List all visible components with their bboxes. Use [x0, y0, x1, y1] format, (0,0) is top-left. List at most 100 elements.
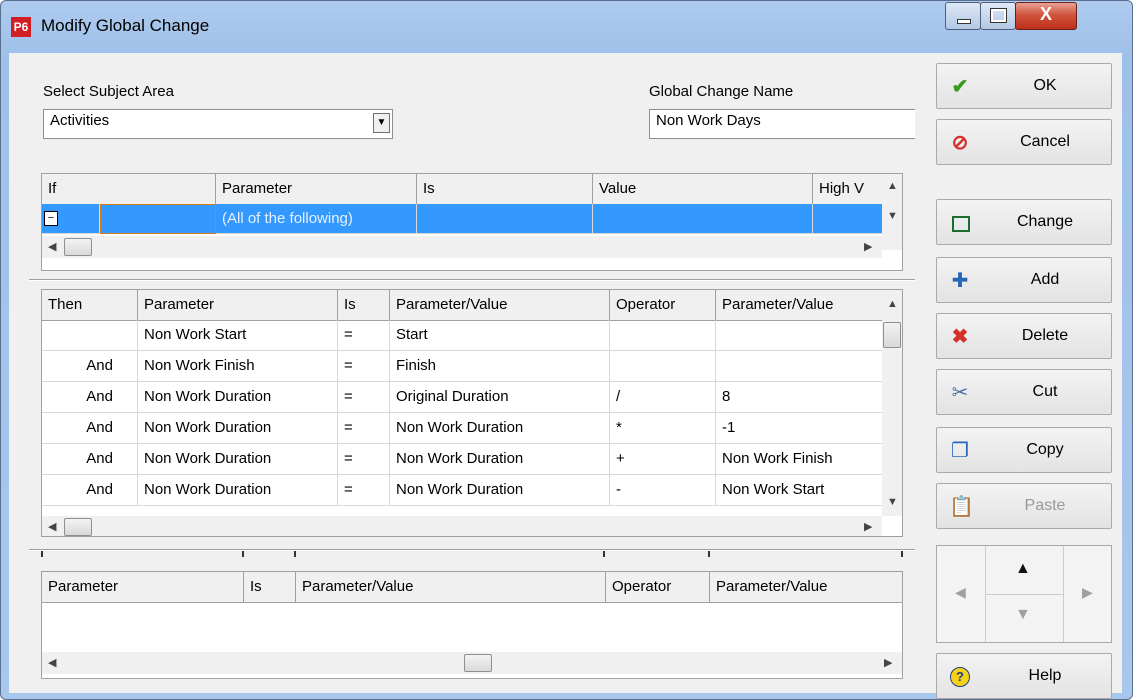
if-col-parameter[interactable]: Parameter [216, 174, 417, 204]
then-col-then[interactable]: Then [42, 290, 138, 320]
move-right-button[interactable]: ▶ [1063, 546, 1112, 642]
if-row-is-cell[interactable] [417, 204, 593, 234]
then-cell-parameter[interactable]: Non Work Duration [138, 444, 338, 475]
then-cell-operator[interactable]: + [610, 444, 716, 475]
minimize-button[interactable] [945, 2, 981, 30]
move-left-button[interactable]: ◀ [937, 546, 986, 642]
move-up-button[interactable]: ▲ [985, 546, 1063, 595]
if-conditions-grid[interactable]: If Parameter Is Value High V − (All of t… [41, 173, 903, 271]
then-cell-then[interactable]: And [42, 413, 138, 444]
if-col-if[interactable]: If [42, 174, 216, 204]
then-cell-param-value[interactable]: Start [390, 320, 610, 351]
then-cell-param-value-2[interactable]: 8 [716, 382, 884, 413]
chevron-down-icon[interactable]: ▼ [373, 113, 390, 133]
then-col-param-value[interactable]: Parameter/Value [390, 290, 610, 320]
then-cell-then[interactable]: And [42, 444, 138, 475]
then-cell-is[interactable]: = [338, 320, 390, 351]
then-row[interactable]: And Non Work Duration = Original Duration/8 [42, 382, 884, 413]
then-row[interactable]: And Non Work Finish = Finish [42, 351, 884, 382]
if-row-high-cell[interactable] [813, 204, 884, 234]
then-cell-operator[interactable]: * [610, 413, 716, 444]
then-cell-param-value[interactable]: Finish [390, 351, 610, 382]
then-cell-param-value-2[interactable] [716, 320, 884, 351]
else-col-parameter[interactable]: Parameter [42, 572, 244, 602]
collapse-icon[interactable]: − [44, 211, 58, 226]
else-col-param-value-2[interactable]: Parameter/Value [710, 572, 902, 602]
if-row-parameter-cell[interactable]: (All of the following) [216, 204, 417, 234]
maximize-button[interactable] [980, 2, 1016, 30]
scroll-right-icon[interactable]: ▶ [864, 520, 872, 533]
delete-button[interactable]: ✖ Delete [936, 313, 1112, 359]
then-cell-parameter[interactable]: Non Work Duration [138, 382, 338, 413]
then-cell-then[interactable]: And [42, 475, 138, 506]
then-cell-operator[interactable]: - [610, 475, 716, 506]
then-cell-then[interactable] [42, 320, 138, 351]
then-cell-param-value[interactable]: Non Work Duration [390, 413, 610, 444]
then-cell-param-value-2[interactable]: Non Work Start [716, 475, 884, 506]
if-row-toggle[interactable]: − [42, 204, 100, 234]
then-cell-operator[interactable] [610, 351, 716, 382]
move-down-button[interactable]: ▼ [985, 594, 1063, 642]
if-col-value[interactable]: Value [593, 174, 813, 204]
if-col-high-value[interactable]: High V [813, 174, 884, 204]
then-cell-is[interactable]: = [338, 413, 390, 444]
else-hscroll-thumb[interactable] [464, 654, 492, 672]
then-col-parameter[interactable]: Parameter [138, 290, 338, 320]
if-row-value-cell[interactable] [593, 204, 813, 234]
ok-button[interactable]: ✔ OK [936, 63, 1112, 109]
help-button[interactable]: ? Help [936, 653, 1112, 699]
then-row[interactable]: And Non Work Duration = Non Work Duration * -… [42, 413, 884, 444]
then-cell-param-value[interactable]: Non Work Duration [390, 444, 610, 475]
else-col-is[interactable]: Is [244, 572, 296, 602]
then-cell-param-value-2[interactable]: -1 [716, 413, 884, 444]
scroll-up-icon[interactable]: ▲ [887, 180, 898, 192]
then-cell-is[interactable]: = [338, 351, 390, 382]
if-row-selected[interactable]: − (All of the following) [42, 204, 884, 234]
then-horizontal-scrollbar[interactable]: ◀ ▶ [42, 516, 882, 536]
then-vscroll-thumb[interactable] [883, 322, 901, 348]
if-horizontal-scrollbar[interactable]: ◀ ▶ [42, 236, 882, 258]
then-cell-parameter[interactable]: Non Work Start [138, 320, 338, 351]
then-cell-is[interactable]: = [338, 382, 390, 413]
scroll-down-icon[interactable]: ▼ [887, 496, 898, 508]
then-cell-param-value[interactable]: Non Work Duration [390, 475, 610, 506]
cancel-button[interactable]: ⊘ Cancel [936, 119, 1112, 165]
scroll-right-icon[interactable]: ▶ [884, 656, 892, 669]
then-hscroll-thumb[interactable] [64, 518, 92, 536]
then-cell-then[interactable]: And [42, 382, 138, 413]
global-change-name-input[interactable]: Non Work Days [649, 109, 915, 139]
then-cell-param-value[interactable]: Original Duration [390, 382, 610, 413]
then-cell-operator[interactable]: / [610, 382, 716, 413]
add-button[interactable]: ✚ Add [936, 257, 1112, 303]
else-actions-grid[interactable]: Parameter Is Parameter/Value Operator Pa… [41, 571, 903, 679]
if-hscroll-thumb[interactable] [64, 238, 92, 256]
scroll-up-icon[interactable]: ▲ [887, 298, 898, 310]
then-actions-grid[interactable]: Then Parameter Is Parameter/Value Operat… [41, 289, 903, 537]
if-col-is[interactable]: Is [417, 174, 593, 204]
paste-button[interactable]: 📋 Paste [936, 483, 1112, 529]
scroll-left-icon[interactable]: ◀ [48, 656, 56, 669]
then-cell-then[interactable]: And [42, 351, 138, 382]
then-col-is[interactable]: Is [338, 290, 390, 320]
then-cell-is[interactable]: = [338, 475, 390, 506]
scroll-left-icon[interactable]: ◀ [48, 520, 56, 533]
scroll-right-icon[interactable]: ▶ [864, 240, 872, 253]
then-cell-param-value-2[interactable] [716, 351, 884, 382]
title-bar[interactable]: P6 Modify Global Change X [1, 1, 1132, 51]
scroll-left-icon[interactable]: ◀ [48, 240, 56, 253]
else-col-param-value[interactable]: Parameter/Value [296, 572, 606, 602]
then-cell-parameter[interactable]: Non Work Finish [138, 351, 338, 382]
then-vertical-scrollbar[interactable]: ▲ ▼ [882, 290, 902, 516]
subject-area-dropdown[interactable]: Activities ▼ [43, 109, 393, 139]
then-col-operator[interactable]: Operator [610, 290, 716, 320]
close-button[interactable]: X [1015, 2, 1077, 30]
cut-button[interactable]: ✂ Cut [936, 369, 1112, 415]
copy-button[interactable]: ❐ Copy [936, 427, 1112, 473]
scroll-down-icon[interactable]: ▼ [887, 210, 898, 222]
else-col-operator[interactable]: Operator [606, 572, 710, 602]
then-cell-parameter[interactable]: Non Work Duration [138, 413, 338, 444]
then-row[interactable]: And Non Work Duration = Non Work Duration + N… [42, 444, 884, 475]
change-button[interactable]: Change [936, 199, 1112, 245]
if-row-if-cell[interactable] [100, 204, 216, 234]
splitter-1[interactable] [29, 279, 915, 281]
